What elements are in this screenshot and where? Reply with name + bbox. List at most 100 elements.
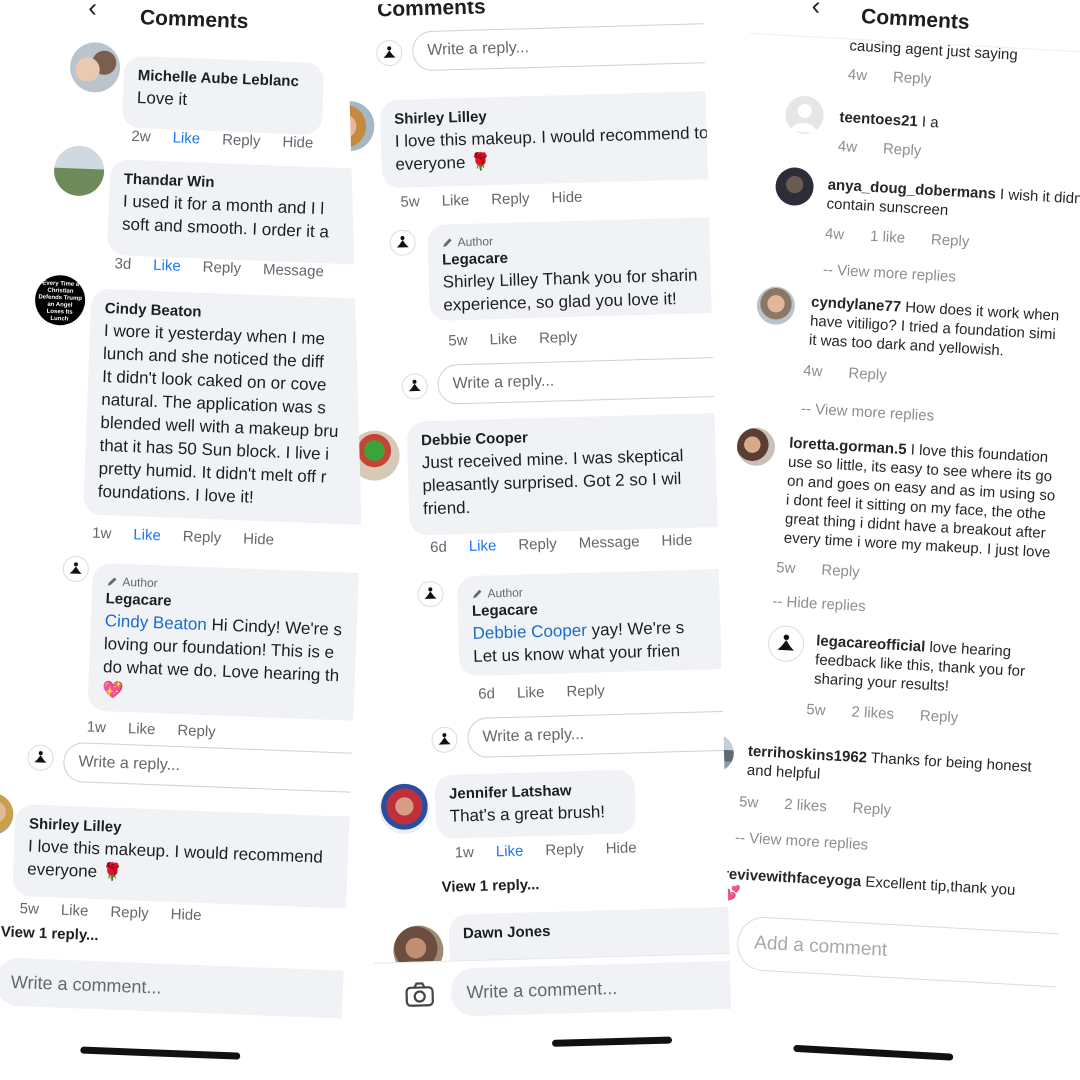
rose-emoji: 🌹 — [469, 152, 492, 172]
add-comment-input[interactable]: Add a comment — [735, 915, 1069, 988]
reply-button[interactable]: Reply — [852, 800, 891, 819]
like-button[interactable]: Like — [128, 720, 156, 738]
reply-input[interactable]: Write a reply... — [437, 356, 729, 405]
comment-text: causing agent just saying — [849, 37, 1019, 64]
meditation-logo-icon[interactable] — [431, 726, 458, 754]
camera-icon[interactable] — [404, 981, 435, 1013]
hide-button[interactable]: Hide — [282, 134, 313, 152]
reply-button[interactable]: Reply — [491, 190, 530, 208]
comment-actions: 1w Like Reply Hide — [92, 525, 274, 549]
comment-text: I wish it didn — [995, 185, 1080, 208]
like-button[interactable]: Like — [489, 331, 517, 349]
back-chevron-icon[interactable]: ‹ — [88, 0, 98, 22]
page-title: Comments — [860, 4, 971, 35]
timestamp: 4w — [802, 362, 823, 381]
mention-link[interactable]: Debbie Cooper — [472, 621, 587, 643]
reply-input[interactable]: Write a reply... — [411, 23, 713, 72]
comment-text: Thanks for being honest — [866, 749, 1033, 776]
page-title: Comments — [139, 6, 249, 34]
reply-button[interactable]: Reply — [518, 536, 557, 554]
reply-button[interactable]: Reply — [883, 140, 922, 159]
reply-button[interactable]: Reply — [545, 841, 584, 859]
avatar-text-meme[interactable]: Every Time a Christian Defends Trump an … — [34, 274, 87, 327]
comment-actions: 1w Like Reply Hide — [454, 839, 636, 861]
meditation-logo-icon[interactable] — [401, 373, 429, 400]
like-button[interactable]: Like — [517, 684, 545, 702]
view-replies-link[interactable]: View 1 reply... — [0, 923, 98, 944]
meditation-logo-icon[interactable] — [27, 744, 55, 772]
reply-button[interactable]: Reply — [202, 259, 241, 277]
message-button[interactable]: Message — [578, 533, 639, 552]
meditation-logo-icon[interactable] — [389, 229, 417, 257]
message-button[interactable]: Message — [263, 261, 324, 280]
avatar[interactable] — [755, 285, 796, 326]
hide-button[interactable]: Hide — [605, 839, 636, 857]
comment-text: everyone — [26, 859, 98, 882]
author-label: Author — [487, 585, 524, 601]
hide-button[interactable]: Hide — [243, 530, 274, 548]
like-button[interactable]: Like — [469, 537, 497, 555]
reply-button[interactable]: Reply — [566, 682, 605, 700]
avatar[interactable] — [735, 426, 777, 467]
avatar[interactable] — [53, 144, 106, 197]
timestamp: 1w — [91, 524, 112, 543]
comment-input[interactable]: Write a comment... — [449, 960, 734, 1017]
reply-input[interactable]: Write a reply... — [466, 710, 734, 759]
avatar[interactable] — [0, 792, 15, 836]
reply-button[interactable]: Reply — [931, 231, 970, 250]
meditation-logo-icon[interactable] — [767, 624, 806, 663]
comments-panel-facebook-2: ‹ Comments Write a reply... Shirley Lill… — [346, 0, 734, 1080]
like-count: 1 like — [869, 227, 906, 247]
hide-button[interactable]: Hide — [170, 906, 201, 924]
hide-button[interactable]: Hide — [661, 532, 692, 550]
like-button[interactable]: Like — [172, 129, 200, 147]
comment-actions: 5w Like Reply — [448, 329, 578, 350]
avatar[interactable] — [346, 100, 376, 152]
reply-button[interactable]: Reply — [848, 365, 887, 384]
timestamp: 2w — [131, 127, 151, 146]
reply-button[interactable]: Reply — [539, 329, 578, 347]
avatar[interactable] — [69, 41, 122, 94]
comment-actions: 4w Reply — [837, 138, 921, 160]
like-button[interactable]: Like — [496, 843, 524, 861]
avatar-default[interactable] — [784, 94, 825, 135]
like-button[interactable]: Like — [61, 902, 89, 920]
username[interactable]: teentoes21 — [839, 109, 918, 130]
view-more-replies[interactable]: -- View more replies — [735, 829, 869, 853]
username[interactable]: cyndylane77 — [811, 294, 902, 316]
comment-input[interactable]: Write a comment... — [0, 957, 356, 1020]
like-button[interactable]: Like — [441, 192, 469, 210]
reply-button[interactable]: Reply — [821, 562, 860, 581]
username[interactable]: revivewithfaceyoga — [723, 866, 862, 891]
view-more-replies[interactable]: -- View more replies — [801, 400, 935, 424]
meditation-logo-icon[interactable] — [375, 39, 403, 67]
home-indicator — [80, 1046, 241, 1060]
hide-replies-link[interactable]: -- Hide replies — [772, 593, 866, 615]
commenter-name[interactable]: Dawn Jones — [463, 917, 715, 944]
like-button[interactable]: Like — [153, 257, 181, 275]
reply-button[interactable]: Reply — [177, 722, 216, 740]
reply-button[interactable]: Reply — [893, 69, 932, 88]
pencil-icon — [443, 238, 452, 248]
avatar[interactable] — [378, 783, 431, 835]
mention-link[interactable]: Cindy Beaton — [104, 611, 207, 634]
comment-actions: 5w Reply — [776, 559, 860, 581]
comment-row: teentoes21 I a — [839, 108, 939, 133]
hide-button[interactable]: Hide — [551, 189, 582, 207]
comment-bubble: Cindy Beaton I wore it yesterday when I … — [82, 288, 376, 526]
reply-input[interactable]: Write a reply... — [62, 741, 364, 794]
back-chevron-icon[interactable]: ‹ — [811, 0, 821, 21]
meditation-logo-icon[interactable] — [417, 580, 444, 608]
view-more-replies[interactable]: -- View more replies — [822, 261, 956, 285]
timestamp: 5w — [400, 193, 420, 211]
view-replies-link[interactable]: View 1 reply... — [441, 876, 539, 896]
reply-button[interactable]: Reply — [919, 707, 958, 726]
comment-actions: 6d Like Reply Message Hide — [430, 532, 693, 556]
avatar[interactable] — [774, 166, 815, 207]
author-label: Author — [457, 234, 494, 250]
reply-button[interactable]: Reply — [183, 528, 222, 546]
reply-button[interactable]: Reply — [110, 904, 149, 922]
like-button[interactable]: Like — [133, 526, 161, 544]
reply-button[interactable]: Reply — [222, 131, 261, 149]
meditation-logo-icon[interactable] — [62, 555, 90, 583]
